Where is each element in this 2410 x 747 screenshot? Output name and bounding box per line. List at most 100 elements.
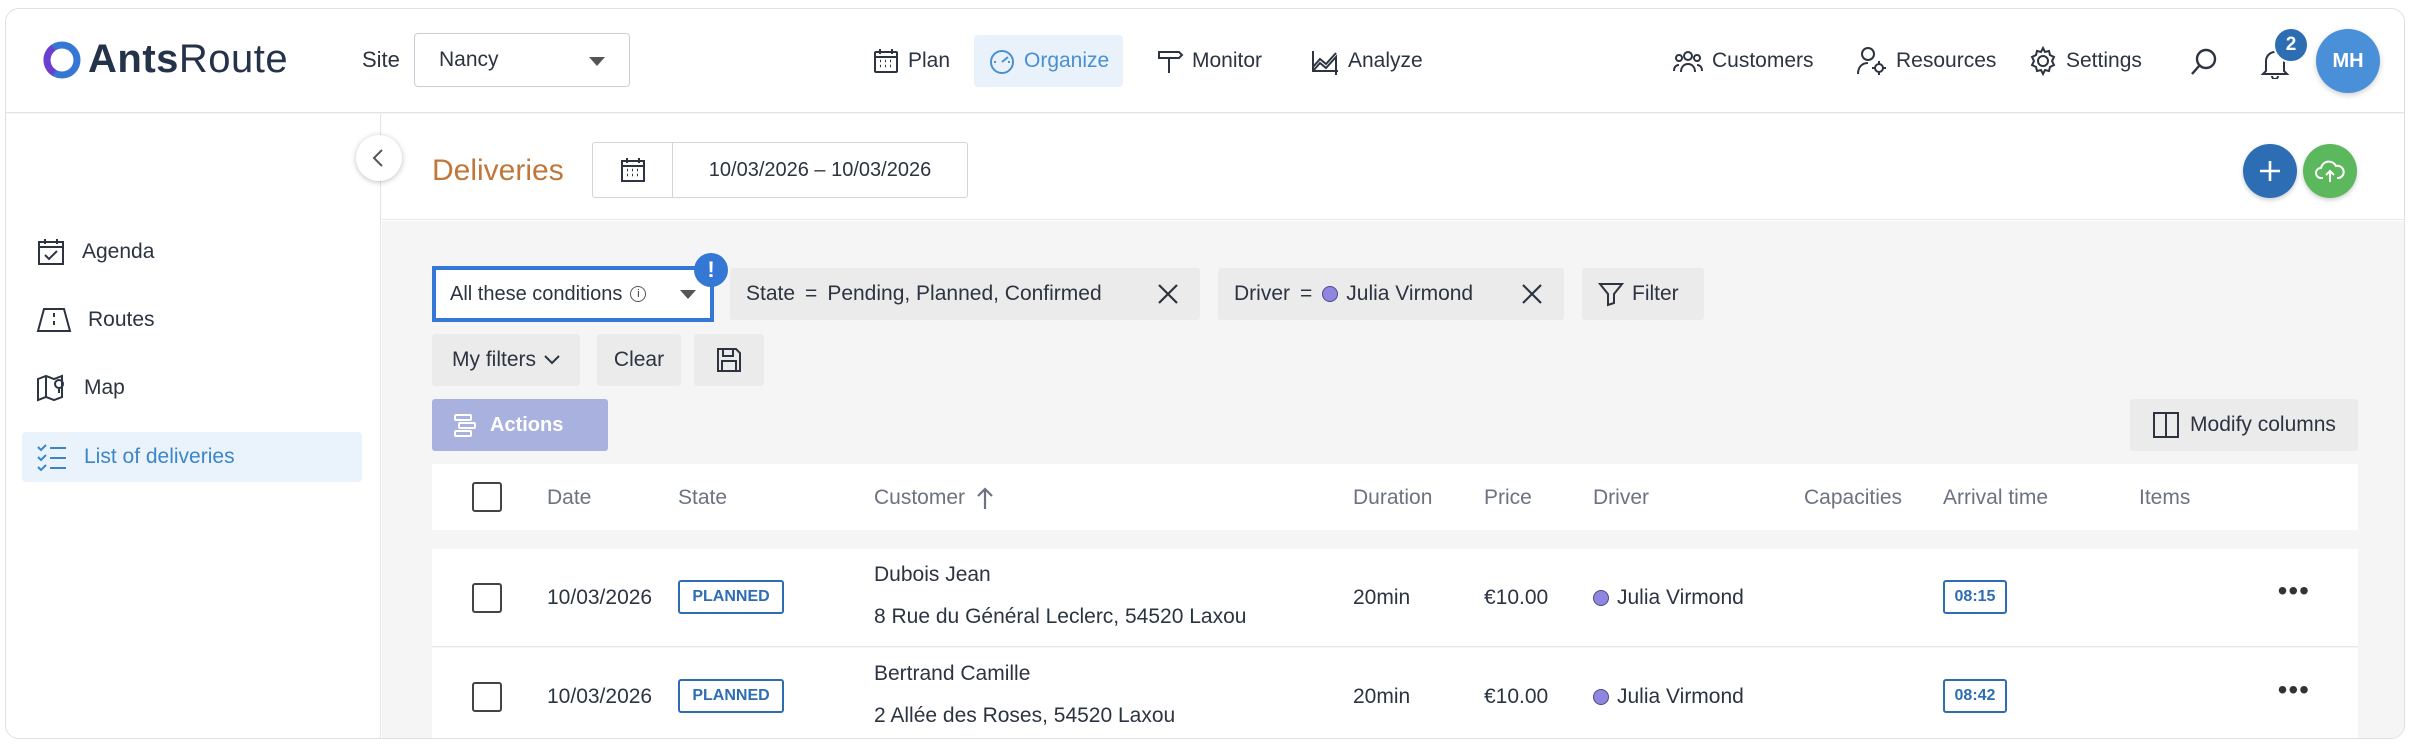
map-pin-icon	[37, 374, 64, 402]
sidebar-item-label: Map	[84, 376, 125, 399]
nav-resources[interactable]: Resources	[1856, 35, 1996, 87]
column-header-price[interactable]: Price	[1484, 486, 1532, 510]
warning-icon: !	[694, 253, 728, 287]
logo-text: AntsRoute	[88, 37, 289, 81]
add-filter-button[interactable]: Filter	[1582, 268, 1704, 320]
calendar-check-icon	[38, 239, 64, 265]
avatar[interactable]: MH	[2316, 29, 2380, 93]
table-row[interactable]: 10/03/2026 PLANNED Dubois Jean 8 Rue du …	[432, 549, 2358, 647]
row-price: €10.00	[1484, 685, 1549, 708]
table-header: Date State Customer Duration Price Drive…	[432, 464, 2358, 530]
column-header-capacities[interactable]: Capacities	[1804, 486, 1902, 510]
deliveries-content: All these conditions i ! State = Pending…	[382, 221, 2404, 738]
site-label: Site	[362, 47, 400, 72]
driver-color-dot	[1322, 286, 1339, 302]
status-badge: PLANNED	[678, 679, 784, 713]
actions-button[interactable]: Actions	[432, 399, 608, 451]
row-driver-name: Julia Virmond	[1617, 586, 1744, 609]
arrival-time-badge: 08:42	[1943, 679, 2007, 713]
filter-value: Julia Virmond	[1346, 282, 1474, 305]
sidebar-collapse-button[interactable]	[356, 135, 402, 181]
row-customer-name: Bertrand Camille	[874, 662, 1031, 685]
row-customer-name: Dubois Jean	[874, 563, 991, 586]
search-icon	[2191, 48, 2217, 75]
row-checkbox[interactable]	[472, 583, 502, 613]
column-header-items[interactable]: Items	[2139, 486, 2190, 510]
nav-customers[interactable]: Customers	[1672, 35, 1814, 87]
import-button[interactable]	[2303, 144, 2357, 198]
site-select[interactable]: Nancy	[414, 33, 630, 87]
nav-organize[interactable]: Organize	[974, 35, 1124, 87]
condition-mode-select[interactable]: All these conditions i	[432, 266, 714, 322]
my-filters-label: My filters	[452, 348, 536, 371]
row-date: 10/03/2026	[547, 586, 653, 609]
condition-mode-value: All these conditions	[450, 282, 623, 305]
add-delivery-button[interactable]	[2243, 144, 2297, 198]
row-driver-name: Julia Virmond	[1617, 685, 1744, 708]
nav-resources-label: Resources	[1896, 49, 1997, 72]
row-driver: Julia Virmond	[1593, 685, 1744, 709]
nav-monitor-label: Monitor	[1192, 49, 1263, 72]
filter-chip-state[interactable]: State = Pending, Planned, Confirmed	[730, 268, 1200, 320]
select-all-checkbox[interactable]	[472, 482, 502, 512]
column-header-state[interactable]: State	[678, 486, 727, 510]
driver-color-dot	[1593, 590, 1609, 606]
close-icon[interactable]	[1520, 282, 1544, 306]
nav-settings[interactable]: Settings	[2028, 35, 2142, 87]
status-badge: PLANNED	[678, 580, 784, 614]
save-filter-button[interactable]	[694, 334, 764, 386]
row-customer-address: 2 Allée des Roses, 54520 Laxou	[874, 704, 1176, 727]
calendar-button[interactable]	[593, 143, 673, 197]
nav-monitor[interactable]: Monitor	[1142, 35, 1276, 87]
top-bar: AntsRoute Site Nancy Plan Organize Monit…	[6, 9, 2404, 113]
plus-icon	[2260, 161, 2280, 181]
column-header-customer[interactable]: Customer	[874, 486, 995, 510]
nav-analyze[interactable]: Analyze	[1296, 35, 1437, 87]
close-icon[interactable]	[1156, 282, 1180, 306]
filter-value: Pending, Planned, Confirmed	[827, 282, 1102, 305]
columns-icon	[2153, 412, 2180, 438]
cloud-upload-icon	[2315, 160, 2345, 182]
page-header: Deliveries 10/03/2026 – 10/03/2026	[382, 114, 2404, 220]
sidebar-item-list-of-deliveries[interactable]: List of deliveries	[22, 432, 362, 482]
user-gear-icon	[1857, 47, 1886, 75]
nav-customers-label: Customers	[1712, 49, 1814, 72]
speedometer-icon	[990, 50, 1014, 74]
ants-logo-icon	[43, 41, 81, 78]
filter-field: State	[746, 282, 796, 305]
filter-field: Driver	[1234, 282, 1290, 305]
row-driver: Julia Virmond	[1593, 586, 1744, 610]
column-header-duration[interactable]: Duration	[1353, 486, 1432, 510]
date-range-picker[interactable]: 10/03/2026 – 10/03/2026	[592, 142, 968, 198]
list-check-icon	[37, 444, 66, 472]
filter-chip-driver[interactable]: Driver = Julia Virmond	[1218, 268, 1564, 320]
funnel-icon	[1598, 283, 1624, 307]
row-more-options-icon[interactable]: •••	[2278, 674, 2310, 706]
column-header-arrival-time[interactable]: Arrival time	[1943, 486, 2048, 510]
road-icon	[36, 308, 72, 332]
sidebar-item-map[interactable]: Map	[22, 363, 362, 413]
logo[interactable]: AntsRoute	[42, 37, 288, 82]
row-more-options-icon[interactable]: •••	[2278, 575, 2310, 607]
info-icon: i	[630, 286, 647, 302]
floppy-disk-icon	[717, 348, 741, 372]
row-date: 10/03/2026	[547, 685, 653, 708]
column-header-date[interactable]: Date	[547, 486, 591, 510]
modify-columns-button[interactable]: Modify columns	[2130, 399, 2358, 451]
nav-plan-label: Plan	[908, 49, 951, 72]
sidebar-item-routes[interactable]: Routes	[22, 295, 362, 345]
people-icon	[1673, 51, 1703, 73]
column-header-driver[interactable]: Driver	[1593, 486, 1649, 510]
clear-filters-button[interactable]: Clear	[597, 334, 681, 386]
app-window: AntsRoute Site Nancy Plan Organize Monit…	[5, 8, 2405, 739]
site-value: Nancy	[439, 48, 499, 71]
actions-icon	[454, 414, 476, 437]
gear-icon	[2030, 46, 2056, 76]
row-checkbox[interactable]	[472, 682, 502, 712]
table-row[interactable]: 10/03/2026 PLANNED Bertrand Camille 2 Al…	[432, 648, 2358, 738]
search-button[interactable]	[2189, 47, 2219, 77]
nav-plan[interactable]: Plan	[858, 35, 964, 87]
sidebar-item-agenda[interactable]: Agenda	[22, 227, 362, 277]
my-filters-button[interactable]: My filters	[432, 334, 580, 386]
filter-operator: =	[805, 282, 818, 305]
